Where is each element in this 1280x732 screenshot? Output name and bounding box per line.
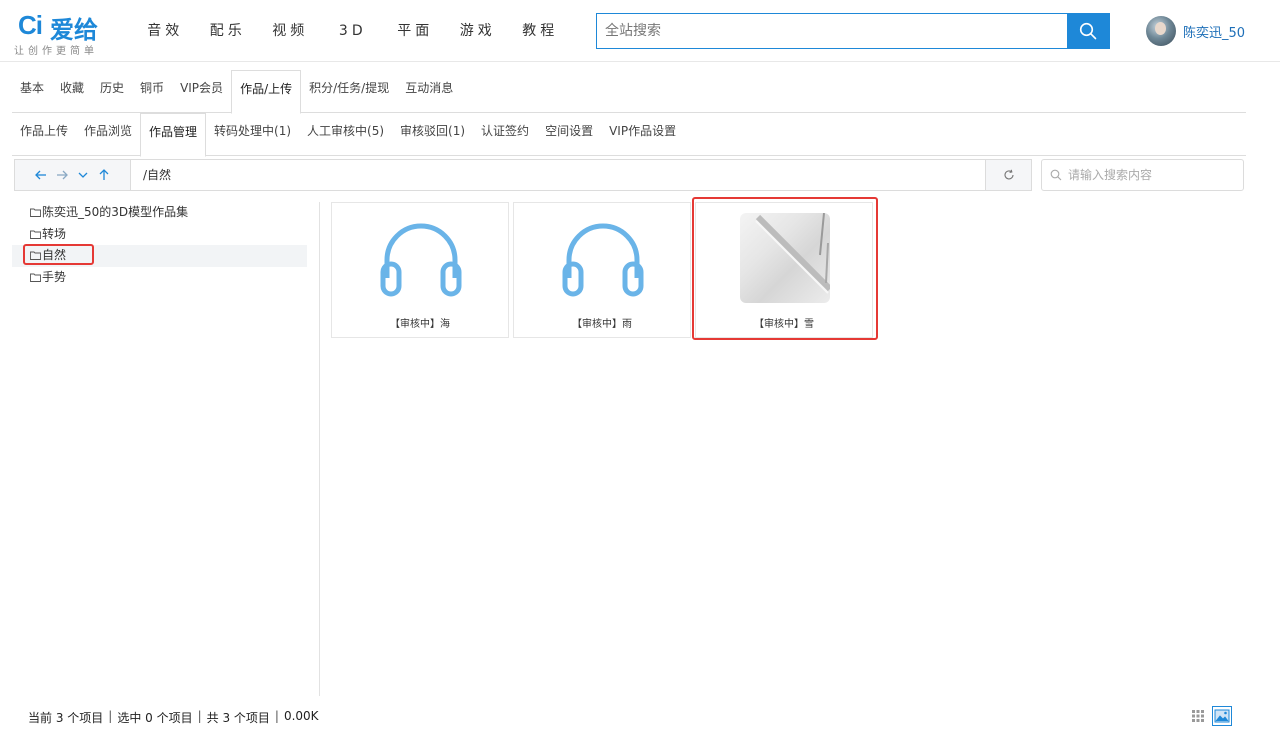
back-button[interactable]: [34, 168, 49, 183]
tree-item-label: 陈奕迅_50的3D模型作品集: [42, 205, 189, 219]
file-card-snow[interactable]: 【审核中】雪: [695, 202, 873, 338]
nav-item-sound[interactable]: 音效: [134, 0, 197, 62]
logo-name: 爱给: [50, 16, 98, 44]
file-caption: 【审核中】雨: [572, 319, 632, 330]
username: 陈奕迅_50: [1183, 25, 1246, 41]
headphones-icon: [380, 223, 462, 297]
tab-coins[interactable]: 铜币: [132, 70, 172, 113]
search-icon: [1050, 169, 1062, 181]
grid-icon: [1192, 710, 1204, 722]
tree-item-root[interactable]: 陈奕迅_50的3D模型作品集: [12, 202, 307, 224]
file-thumb: [740, 213, 830, 303]
nav-item-game[interactable]: 游戏: [447, 0, 510, 62]
tab-basic[interactable]: 基本: [12, 70, 52, 113]
chevron-down-icon: [78, 172, 88, 178]
main-nav: 音效 配乐 视频 3D 平面 游戏 教程: [134, 0, 572, 62]
status-selected: 选中 0 个项目: [117, 711, 193, 725]
tab-vip[interactable]: VIP会员: [172, 70, 231, 113]
arrow-left-icon: [35, 170, 46, 180]
tab-messages[interactable]: 互动消息: [397, 70, 461, 113]
logo-slogan: 让创作更简单: [14, 46, 98, 57]
path-bar[interactable]: /自然: [131, 160, 985, 190]
folder-tree: 陈奕迅_50的3D模型作品集 转场 自然 手势: [12, 202, 307, 288]
view-toggle: [1188, 706, 1232, 726]
site-search: [596, 13, 1110, 49]
file-thumb: [558, 213, 648, 303]
status-size: 0.00K: [283, 709, 319, 723]
tree-item-nature[interactable]: 自然: [12, 245, 307, 267]
file-card-rain[interactable]: 【审核中】雨: [513, 202, 691, 338]
arrow-up-icon: [99, 169, 109, 180]
file-thumb: [376, 213, 466, 303]
nav-item-tutorial[interactable]: 教程: [509, 0, 572, 62]
list-view-button[interactable]: [1188, 706, 1208, 726]
file-caption: 【审核中】海: [390, 319, 450, 330]
arrow-right-icon: [57, 170, 68, 180]
tree-item-gestures[interactable]: 手势: [12, 267, 307, 289]
avatar: [1146, 16, 1176, 46]
tab-vip-settings[interactable]: VIP作品设置: [601, 113, 684, 156]
file-card-sea[interactable]: 【审核中】海: [331, 202, 509, 338]
sub-tabs: 作品上传 作品浏览 作品管理 转码处理中(1) 人工审核中(5) 审核驳回(1)…: [12, 113, 1246, 157]
status-total: 共 3 个项目: [206, 711, 270, 725]
site-search-input[interactable]: [597, 14, 1067, 48]
logo[interactable]: Ci 爱给 让创作更简单: [14, 8, 114, 58]
nav-item-music[interactable]: 配乐: [197, 0, 260, 62]
folder-icon: [30, 230, 41, 239]
folder-icon: [30, 208, 41, 218]
logo-mark: Ci: [18, 10, 43, 40]
folder-icon: [30, 273, 41, 282]
tab-points-tasks[interactable]: 积分/任务/提现: [301, 70, 397, 113]
tab-works-upload[interactable]: 作品/上传: [231, 70, 302, 114]
nav-item-video[interactable]: 视频: [259, 0, 322, 62]
headphones-icon: [562, 223, 644, 297]
file-toolbar: /自然: [14, 159, 1032, 191]
file-search-input[interactable]: [1068, 168, 1238, 182]
tab-favorites[interactable]: 收藏: [52, 70, 92, 113]
tree-item-transitions[interactable]: 转场: [12, 224, 307, 246]
nav-arrows: [15, 160, 131, 190]
refresh-button[interactable]: [985, 160, 1031, 190]
tree-item-label: 自然: [42, 248, 67, 262]
search-icon: [1079, 22, 1097, 40]
panel-divider[interactable]: [319, 202, 320, 696]
forward-button[interactable]: [55, 168, 70, 183]
status-separator: |: [197, 709, 202, 723]
tab-upload[interactable]: 作品上传: [12, 113, 76, 156]
status-separator: |: [274, 709, 279, 723]
file-search: [1041, 159, 1244, 191]
status-bar: 当前 3 个项目 | 选中 0 个项目 | 共 3 个项目 | 0.00K: [28, 709, 319, 726]
tree-item-label: 转场: [42, 226, 67, 241]
tab-transcoding[interactable]: 转码处理中(1): [206, 113, 299, 156]
tab-space-settings[interactable]: 空间设置: [537, 113, 601, 156]
nav-item-graphic[interactable]: 平面: [384, 0, 447, 62]
nav-item-3d[interactable]: 3D: [322, 0, 385, 62]
user-menu[interactable]: 陈奕迅_50: [1146, 16, 1245, 46]
image-icon: [1214, 709, 1230, 723]
status-separator: |: [108, 709, 113, 723]
tab-certification[interactable]: 认证签约: [473, 113, 537, 156]
search-button[interactable]: [1067, 14, 1109, 48]
tab-browse[interactable]: 作品浏览: [76, 113, 140, 156]
folder-icon: [30, 251, 41, 261]
header: Ci 爱给 让创作更简单 音效 配乐 视频 3D 平面 游戏 教程 陈奕迅_50: [0, 0, 1280, 62]
dropdown-button[interactable]: [76, 168, 91, 183]
file-caption: 【审核中】雪: [754, 319, 814, 330]
tab-manual-review[interactable]: 人工审核中(5): [299, 113, 392, 156]
main-tabs: 基本 收藏 历史 铜币 VIP会员 作品/上传 积分/任务/提现 互动消息: [12, 70, 1246, 114]
tree-item-label: 手势: [42, 269, 67, 284]
tab-rejected[interactable]: 审核驳回(1): [392, 113, 473, 156]
up-button[interactable]: [97, 168, 112, 183]
refresh-icon: [1004, 169, 1014, 180]
tab-history[interactable]: 历史: [92, 70, 132, 113]
tab-manage[interactable]: 作品管理: [140, 113, 207, 157]
status-current: 当前 3 个项目: [28, 711, 104, 725]
snow-image: [740, 213, 830, 303]
thumbnail-view-button[interactable]: [1212, 706, 1232, 726]
